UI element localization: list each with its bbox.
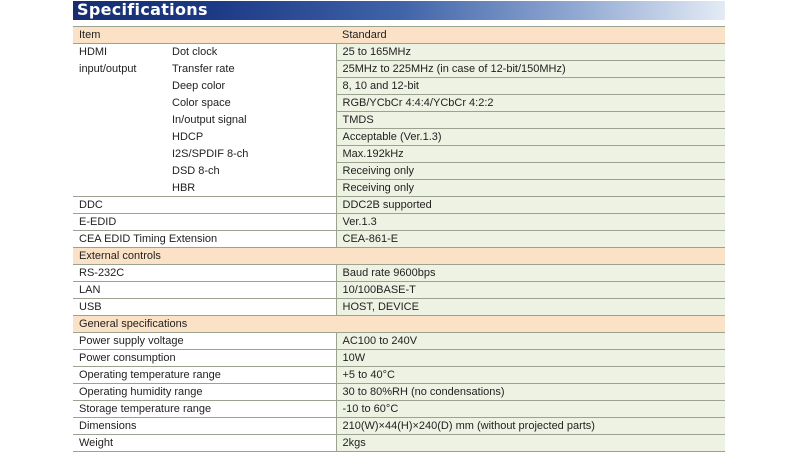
table-row: Dimensions 210(W)×44(H)×240(D) mm (witho… <box>73 417 725 435</box>
spec-label: CEA EDID Timing Extension <box>73 230 336 248</box>
spec-value: Baud rate 9600bps <box>335 264 725 282</box>
section-title: General specifications <box>73 315 725 333</box>
table-row: HBR Receiving only <box>73 179 725 197</box>
header-row: Item Standard <box>73 26 725 44</box>
table-row: DDC DDC2B supported <box>73 196 725 214</box>
table-row: Storage temperature range -10 to 60°C <box>73 400 725 418</box>
spec-value: 210(W)×44(H)×240(D) mm (without projecte… <box>335 417 725 435</box>
spec-value: +5 to 40°C <box>335 366 725 384</box>
spec-label: Color space <box>166 94 336 112</box>
spec-label: E-EDID <box>73 213 336 231</box>
page-title: Specifications <box>77 0 208 19</box>
section-header-external: External controls <box>73 247 725 265</box>
spec-value: 30 to 80%RH (no condensations) <box>335 383 725 401</box>
table-row: I2S/SPDIF 8-ch Max.192kHz <box>73 145 725 163</box>
table-row: RS-232C Baud rate 9600bps <box>73 264 725 282</box>
spec-value: Ver.1.3 <box>335 213 725 231</box>
spec-label: Deep color <box>166 77 336 95</box>
spec-label: DDC <box>73 196 336 214</box>
spec-label: Dot clock <box>166 43 336 61</box>
spec-value: 8, 10 and 12-bit <box>335 77 725 95</box>
table-row: In/output signal TMDS <box>73 111 725 129</box>
header-standard: Standard <box>336 26 725 44</box>
spec-value: 25MHz to 225MHz (in case of 12-bit/150MH… <box>335 60 725 78</box>
spec-value: 10W <box>335 349 725 367</box>
table-row: Deep color 8, 10 and 12-bit <box>73 77 725 95</box>
table-row: CEA EDID Timing Extension CEA-861-E <box>73 230 725 248</box>
spec-value: AC100 to 240V <box>335 332 725 350</box>
table-row: E-EDID Ver.1.3 <box>73 213 725 231</box>
table-row: Color space RGB/YCbCr 4:4:4/YCbCr 4:2:2 <box>73 94 725 112</box>
spec-label: DSD 8-ch <box>166 162 336 180</box>
spec-value: -10 to 60°C <box>335 400 725 418</box>
table-row: HDCP Acceptable (Ver.1.3) <box>73 128 725 146</box>
spec-label: Operating humidity range <box>73 383 336 401</box>
spec-value: DDC2B supported <box>335 196 725 214</box>
header-item: Item <box>73 26 336 44</box>
table-row: Power consumption 10W <box>73 349 725 367</box>
table-row: LAN 10/100BASE-T <box>73 281 725 299</box>
spec-label: I2S/SPDIF 8-ch <box>166 145 336 163</box>
spec-value: Receiving only <box>335 162 725 180</box>
spec-label: HDCP <box>166 128 336 146</box>
spec-value: RGB/YCbCr 4:4:4/YCbCr 4:2:2 <box>335 94 725 112</box>
table-row: Operating temperature range +5 to 40°C <box>73 366 725 384</box>
spec-value: CEA-861-E <box>335 230 725 248</box>
group-label-hdmi: HDMI <box>73 43 166 61</box>
spec-label: RS-232C <box>73 264 336 282</box>
spec-value: TMDS <box>335 111 725 129</box>
spec-value: Receiving only <box>335 179 725 197</box>
group-label-input-output: input/output <box>73 60 166 78</box>
spec-label: USB <box>73 298 336 316</box>
spec-label: HBR <box>166 179 336 197</box>
spec-value: 10/100BASE-T <box>335 281 725 299</box>
section-header-general: General specifications <box>73 315 725 333</box>
table-row: HDMI Dot clock 25 to 165MHz <box>73 43 725 61</box>
spec-label: Power supply voltage <box>73 332 336 350</box>
table-row: USB HOST, DEVICE <box>73 298 725 316</box>
spec-label: Power consumption <box>73 349 336 367</box>
spec-value: Acceptable (Ver.1.3) <box>335 128 725 146</box>
spec-label: Weight <box>73 434 336 452</box>
spec-value: 2kgs <box>335 434 725 452</box>
spec-value: 25 to 165MHz <box>335 43 725 61</box>
spec-label: Storage temperature range <box>73 400 336 418</box>
table-row: Weight 2kgs <box>73 434 725 452</box>
spec-label: In/output signal <box>166 111 336 129</box>
table-row: Operating humidity range 30 to 80%RH (no… <box>73 383 725 401</box>
specifications-table: Item Standard HDMI Dot clock 25 to 165MH… <box>73 26 725 452</box>
title-banner: Specifications <box>73 0 725 20</box>
table-row: Power supply voltage AC100 to 240V <box>73 332 725 350</box>
section-title: External controls <box>73 247 725 265</box>
spec-label: LAN <box>73 281 336 299</box>
spec-value: HOST, DEVICE <box>335 298 725 316</box>
spec-value: Max.192kHz <box>335 145 725 163</box>
spec-label: Dimensions <box>73 417 336 435</box>
spec-label: Operating temperature range <box>73 366 336 384</box>
spec-label: Transfer rate <box>166 60 336 78</box>
table-row: DSD 8-ch Receiving only <box>73 162 725 180</box>
table-row: input/output Transfer rate 25MHz to 225M… <box>73 60 725 78</box>
